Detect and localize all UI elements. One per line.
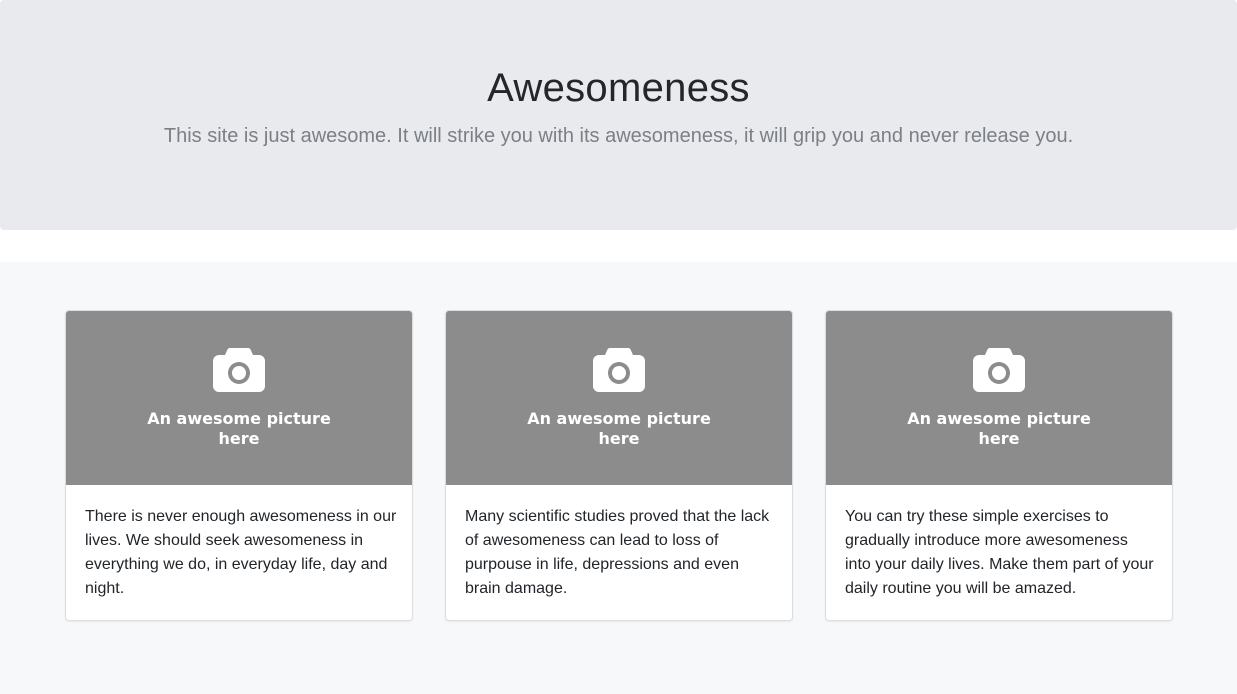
camera-icon: [213, 348, 265, 392]
image-caption: An awesome picture here: [147, 409, 331, 448]
card: An awesome picture here You can try thes…: [825, 310, 1173, 621]
camera-icon: [593, 348, 645, 392]
card-text: There is never enough awesomeness in our…: [85, 508, 397, 597]
card: An awesome picture here Many scientific …: [445, 310, 793, 621]
card-image-placeholder: An awesome picture here: [826, 311, 1172, 485]
lead-text: This site is just awesome. It will strik…: [163, 125, 1074, 147]
album-section: An awesome picture here There is never e…: [0, 262, 1237, 694]
camera-icon: [973, 348, 1025, 392]
card: An awesome picture here There is never e…: [65, 310, 413, 621]
card-image-placeholder: An awesome picture here: [66, 311, 412, 485]
card-text: You can try these simple exercises to gr…: [845, 508, 1154, 597]
card-image-placeholder: An awesome picture here: [446, 311, 792, 485]
page-title: Awesomeness: [487, 66, 750, 110]
image-caption: An awesome picture here: [527, 409, 711, 448]
image-caption: An awesome picture here: [907, 409, 1091, 448]
card-text: Many scientific studies proved that the …: [465, 508, 770, 597]
jumbotron: Awesomeness This site is just awesome. I…: [0, 0, 1237, 230]
